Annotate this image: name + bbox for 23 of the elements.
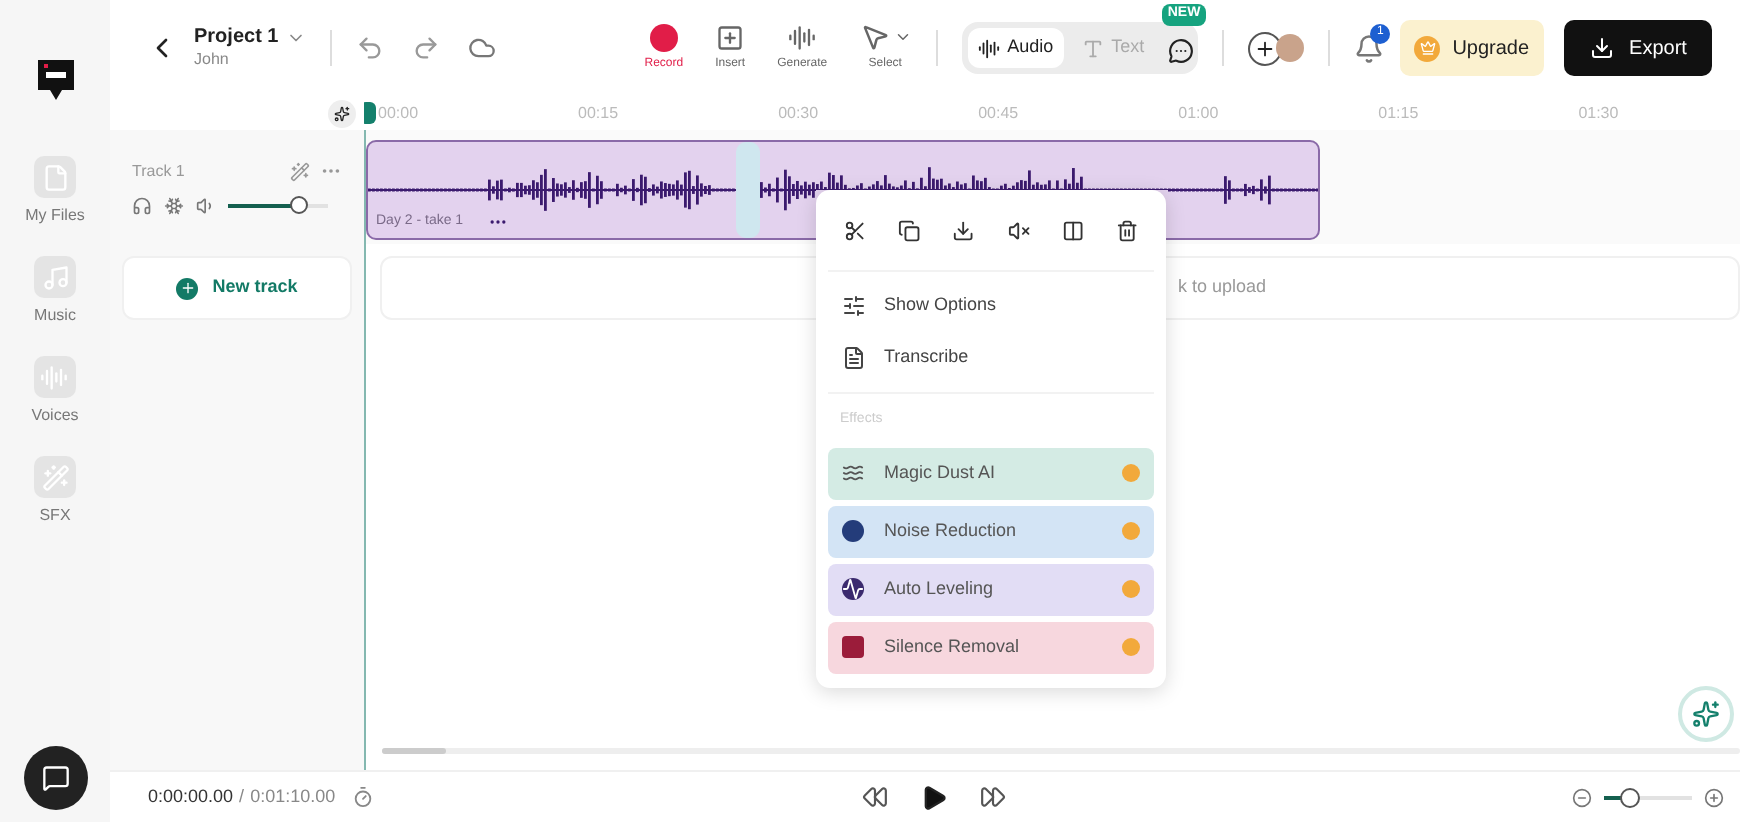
ruler-label: 01:15 bbox=[1378, 101, 1419, 125]
export-button[interactable]: Export bbox=[1563, 20, 1713, 76]
menu-option[interactable]: Transcribe bbox=[828, 332, 1154, 384]
ruler-label: 00:15 bbox=[578, 101, 619, 125]
mode-tab[interactable]: Audio bbox=[967, 28, 1064, 68]
ruler-label: 01:00 bbox=[1178, 101, 1219, 125]
effect-item[interactable]: Noise Reduction bbox=[828, 505, 1154, 557]
ruler-label: 00:00 bbox=[378, 101, 419, 125]
project-owner: John bbox=[194, 50, 231, 71]
total-time: 0:01:10.00 bbox=[250, 783, 336, 810]
new-track-button[interactable]: New track bbox=[122, 256, 352, 320]
ruler-label: 01:30 bbox=[1578, 101, 1619, 125]
time-separator: / bbox=[239, 783, 245, 810]
effect-item[interactable]: Silence Removal bbox=[828, 621, 1154, 673]
ruler-label: 00:45 bbox=[978, 101, 1019, 125]
upgrade-button[interactable]: Upgrade bbox=[1400, 20, 1544, 76]
effect-item[interactable]: Auto Leveling bbox=[828, 563, 1154, 615]
menu-option[interactable]: Show Options bbox=[828, 280, 1154, 332]
project-title[interactable]: Project 1 bbox=[194, 25, 279, 51]
sidebar-item[interactable]: My Files bbox=[25, 156, 85, 228]
current-time: 0:00:00.00 bbox=[148, 783, 234, 810]
ruler-label: 00:30 bbox=[778, 101, 819, 125]
effect-item[interactable]: Magic Dust AI bbox=[828, 447, 1154, 499]
